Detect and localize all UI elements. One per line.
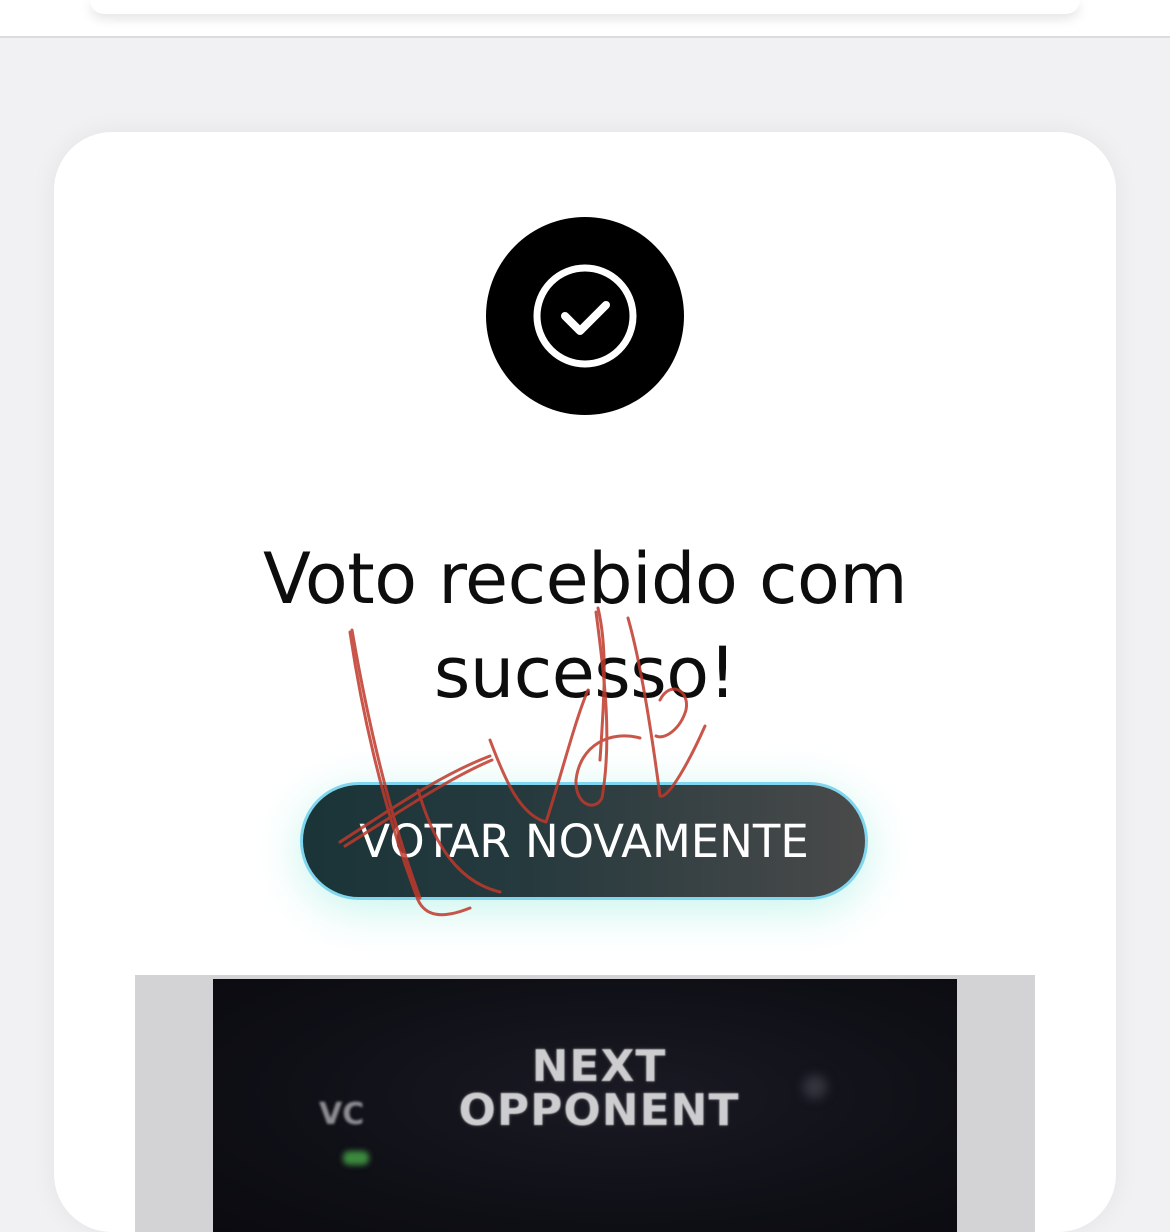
promo-image: VC NEXT OPPONENT — [213, 979, 957, 1232]
confirmation-card: Voto recebido com sucesso! VOTAR NOVAMEN… — [54, 132, 1116, 1232]
top-panel-edge — [0, 0, 1170, 38]
promo-banner[interactable]: VC NEXT OPPONENT — [135, 975, 1035, 1232]
check-circle-icon — [533, 264, 637, 368]
vote-again-button[interactable]: VOTAR NOVAMENTE — [300, 782, 868, 900]
top-panel-shadow — [90, 0, 1080, 14]
success-badge — [486, 217, 684, 415]
success-title: Voto recebido com sucesso! — [262, 538, 908, 714]
promo-heading-line-2: OPPONENT — [458, 1085, 740, 1136]
promo-green-marker — [343, 1151, 369, 1165]
